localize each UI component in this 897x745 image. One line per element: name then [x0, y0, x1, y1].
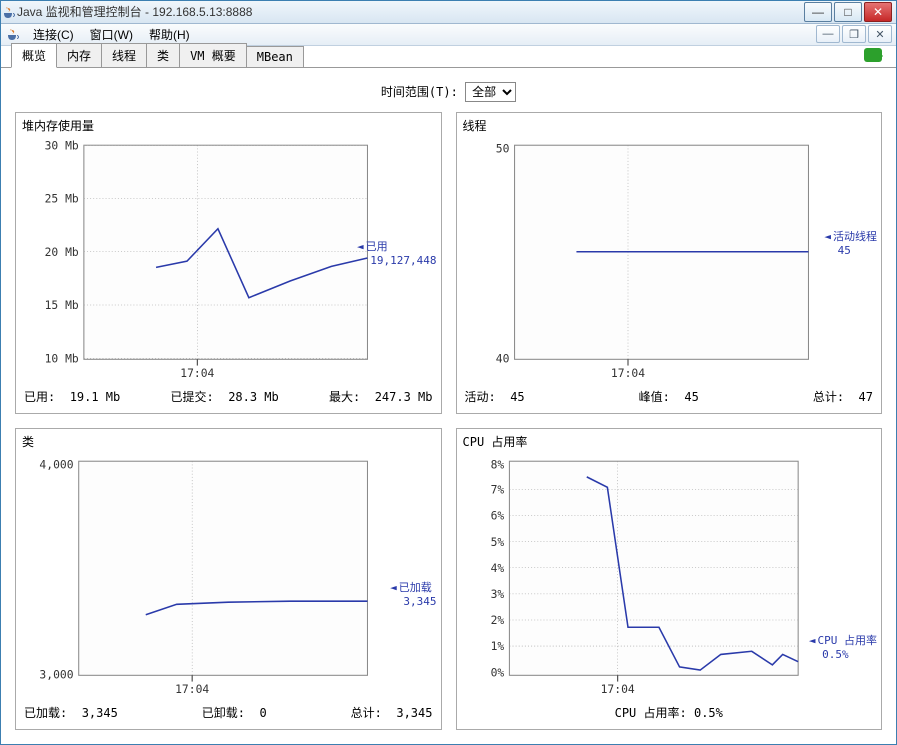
inner-window-buttons: — ❐ ✕	[814, 25, 892, 43]
svg-text:2%: 2%	[490, 613, 504, 627]
content-area: 时间范围(T): 全部 堆内存使用量 30	[1, 68, 896, 744]
classes-title: 类	[16, 429, 441, 454]
tab-mbean[interactable]: MBean	[246, 46, 304, 67]
svg-text:0%: 0%	[490, 665, 504, 679]
menu-connect[interactable]: 连接(C)	[27, 24, 80, 45]
svg-text:6%: 6%	[490, 508, 504, 522]
svg-text:17:04: 17:04	[600, 682, 634, 696]
cpu-chart: 8% 7% 6% 5% 4% 3% 2% 1% 0%	[463, 456, 876, 696]
svg-text:15 Mb: 15 Mb	[45, 298, 79, 312]
connection-status-icon	[864, 48, 882, 62]
heap-title: 堆内存使用量	[16, 113, 441, 138]
svg-text:40: 40	[495, 351, 509, 365]
menu-help[interactable]: 帮助(H)	[143, 24, 196, 45]
time-range-select[interactable]: 全部	[465, 82, 516, 102]
java-icon	[1, 4, 17, 20]
window-title: Java 监视和管理控制台 - 192.168.5.13:8888	[17, 3, 802, 20]
heap-legend: ◄已用 19,127,448	[357, 240, 436, 269]
svg-text:1%: 1%	[490, 639, 504, 653]
chart-grid: 堆内存使用量 30 Mb 25 Mb 20 Mb 15 Mb	[15, 112, 882, 730]
tab-bar: 概览 内存 线程 类 VM 概要 MBean	[1, 46, 896, 68]
svg-text:8%: 8%	[490, 457, 504, 471]
threads-legend: ◄活动线程 45	[824, 230, 877, 259]
tab-overview[interactable]: 概览	[11, 43, 57, 68]
svg-text:17:04: 17:04	[180, 366, 214, 380]
svg-text:17:04: 17:04	[175, 682, 209, 696]
close-button[interactable]: ✕	[864, 2, 892, 22]
tab-vm[interactable]: VM 概要	[179, 43, 247, 67]
window-buttons: — □ ✕	[802, 2, 892, 22]
svg-text:4,000: 4,000	[39, 457, 73, 471]
cpu-title: CPU 占用率	[457, 429, 882, 454]
svg-text:17:04: 17:04	[610, 366, 644, 380]
threads-chart: 50 40 17:04 ◄活动线程 45	[463, 140, 876, 380]
classes-footer: 已加载: 3,345 已卸载: 0 总计: 3,345	[16, 698, 441, 729]
inner-minimize-button[interactable]: —	[816, 25, 840, 43]
classes-chart: 4,000 3,000 17:04 ◄已加载 3,345	[22, 456, 435, 696]
heap-footer: 已用: 19.1 Mb 已提交: 28.3 Mb 最大: 247.3 Mb	[16, 382, 441, 413]
main-window: Java 监视和管理控制台 - 192.168.5.13:8888 — □ ✕ …	[0, 0, 897, 745]
titlebar: Java 监视和管理控制台 - 192.168.5.13:8888 — □ ✕	[1, 1, 896, 24]
minimize-button[interactable]: —	[804, 2, 832, 22]
inner-close-button[interactable]: ✕	[868, 25, 892, 43]
inner-restore-button[interactable]: ❐	[842, 25, 866, 43]
threads-pane: 线程 50 40 17:04 ◄活动线程 45	[456, 112, 883, 414]
svg-text:10 Mb: 10 Mb	[45, 351, 79, 365]
svg-text:5%: 5%	[490, 535, 504, 549]
tab-classes[interactable]: 类	[146, 43, 180, 67]
heap-chart: 30 Mb 25 Mb 20 Mb 15 Mb 10 Mb 17:04 ◄已用	[22, 140, 435, 380]
svg-text:3%: 3%	[490, 587, 504, 601]
svg-text:20 Mb: 20 Mb	[45, 244, 79, 258]
svg-text:50: 50	[495, 141, 509, 155]
time-range-label: 时间范围(T):	[381, 85, 458, 99]
menu-window[interactable]: 窗口(W)	[84, 24, 139, 45]
svg-text:25 Mb: 25 Mb	[45, 191, 79, 205]
cpu-legend: ◄CPU 占用率 0.5%	[809, 634, 877, 663]
threads-title: 线程	[457, 113, 882, 138]
classes-legend: ◄已加载 3,345	[390, 581, 436, 610]
svg-text:4%: 4%	[490, 561, 504, 575]
classes-pane: 类 4,000 3,000 17:04 ◄已加载 3,345	[15, 428, 442, 730]
tab-memory[interactable]: 内存	[56, 43, 102, 67]
menu-bar: 连接(C) 窗口(W) 帮助(H)	[27, 24, 196, 45]
svg-text:7%: 7%	[490, 482, 504, 496]
cpu-pane: CPU 占用率 8% 7% 6% 5% 4% 3% 2% 1% 0%	[456, 428, 883, 730]
tab-threads[interactable]: 线程	[101, 43, 147, 67]
svg-text:30 Mb: 30 Mb	[45, 140, 79, 152]
time-range-row: 时间范围(T): 全部	[15, 82, 882, 102]
threads-footer: 活动: 45 峰值: 45 总计: 47	[457, 382, 882, 413]
cpu-footer: CPU 占用率: 0.5%	[457, 698, 882, 729]
heap-pane: 堆内存使用量 30 Mb 25 Mb 20 Mb 15 Mb	[15, 112, 442, 414]
svg-text:3,000: 3,000	[39, 667, 73, 681]
java-icon	[5, 26, 21, 42]
maximize-button[interactable]: □	[834, 2, 862, 22]
